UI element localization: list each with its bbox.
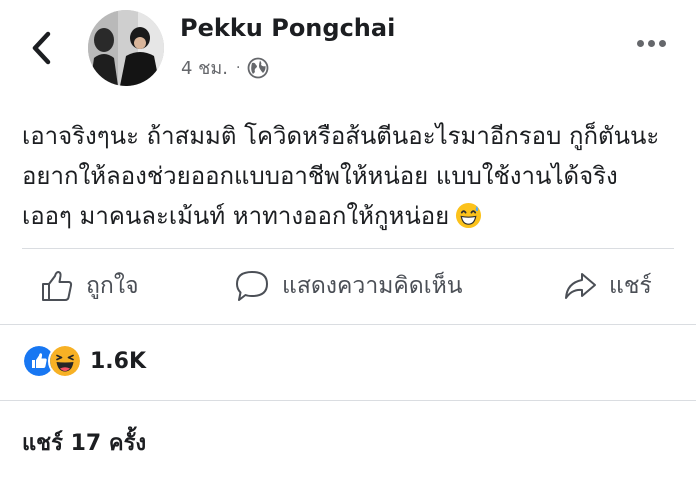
post-text-line: อยากให้ลองช่วยออกแบบอาชีพให้หน่อย แบบใช้… [22,162,618,190]
chevron-left-icon [32,31,51,65]
grinning-sweat-emoji [456,202,482,229]
meta-separator: · [235,59,241,76]
comment-icon [236,271,268,301]
share-button[interactable]: แชร์ [563,268,652,304]
reactions-summary[interactable]: 1.6K [22,344,146,378]
divider [22,248,674,249]
back-button[interactable] [28,30,58,66]
post-detail-page: Pekku Pongchai 4 ชม. · เอาจริงๆนะ ถ้าสมม… [0,0,696,478]
haha-reaction-icon [48,344,82,378]
share-count[interactable]: แชร์ 17 ครั้ง [22,425,146,460]
avatar-photo [88,10,164,86]
reaction-count: 1.6K [90,348,147,374]
thumbs-up-icon [42,271,73,301]
post-body: เอาจริงๆนะ ถ้าสมมติ โควิดหรือส้นตีนอะไรม… [22,116,682,236]
like-label: ถูกใจ [86,273,139,299]
author-name[interactable]: Pekku Pongchai [180,14,395,42]
more-dot-icon [659,40,666,47]
more-dot-icon [637,40,644,47]
comment-label: แสดงความคิดเห็น [282,273,463,299]
share-label: แชร์ [609,273,652,299]
share-arrow-icon [565,273,596,299]
post-text-line-last: เออๆ มาคนละเม้นท์ หาทางออกให้กูหน่อย [22,196,682,236]
post-text-line: เออๆ มาคนละเม้นท์ หาทางออกให้กูหน่อย [22,202,450,230]
globe-icon [248,57,269,78]
author-avatar[interactable] [88,10,164,86]
post-meta: 4 ชม. · [181,53,269,82]
post-time[interactable]: 4 ชม. [181,53,228,82]
more-dot-icon [648,40,655,47]
divider [0,400,696,401]
comment-button[interactable]: แสดงความคิดเห็น [234,268,462,304]
divider [0,324,696,325]
more-options-button[interactable] [637,40,666,47]
post-text-line: เอาจริงๆนะ ถ้าสมมติ โควิดหรือส้นตีนอะไรม… [22,122,660,150]
like-button[interactable]: ถูกใจ [40,268,139,304]
